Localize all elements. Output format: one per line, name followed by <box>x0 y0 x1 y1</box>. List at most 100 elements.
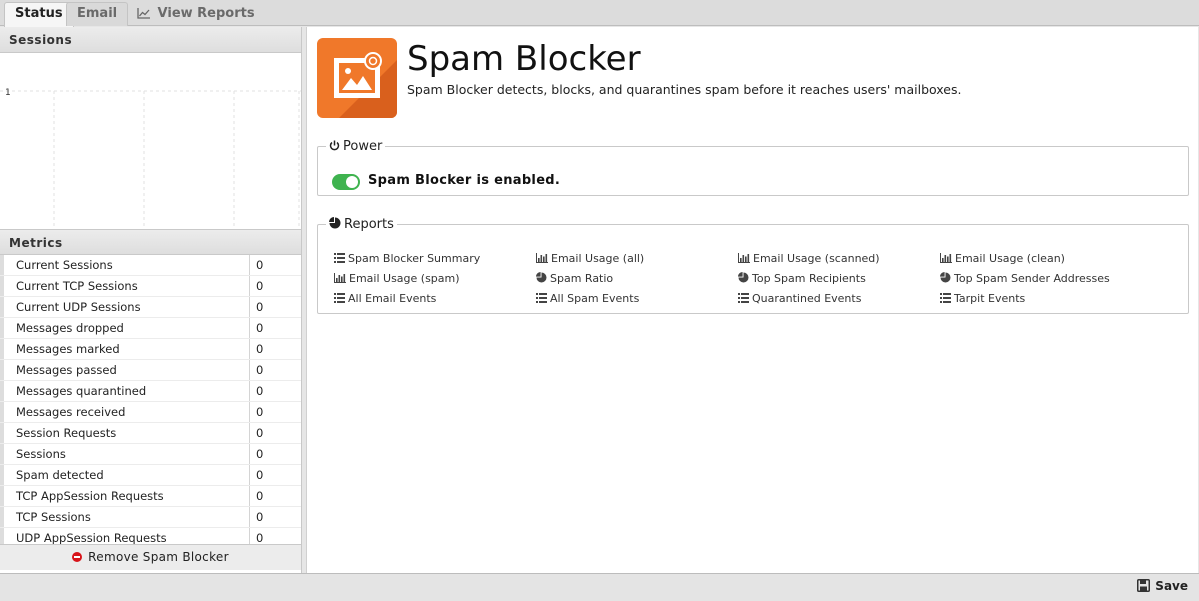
report-link[interactable]: Spam Ratio <box>536 272 613 285</box>
metric-name: Messages received <box>0 402 250 422</box>
tab-label: Status <box>15 6 63 21</box>
sessions-header: Sessions <box>0 27 301 53</box>
y-tick-label: 1 <box>5 88 11 98</box>
remove-app-button[interactable]: Remove Spam Blocker <box>0 545 301 570</box>
line-chart-icon <box>137 6 158 21</box>
metric-name: Current Sessions <box>0 255 250 275</box>
list-icon <box>738 292 752 305</box>
report-link[interactable]: Quarantined Events <box>738 292 861 305</box>
metric-name: TCP Sessions <box>0 507 250 527</box>
report-link-label: Spam Blocker Summary <box>348 252 481 265</box>
metric-row: Messages received 0 <box>0 402 301 423</box>
metric-row: Messages dropped 0 <box>0 318 301 339</box>
metric-value: 0 <box>256 531 264 545</box>
bar-chart-icon <box>536 252 551 265</box>
status-sidebar: Sessions 117:49:0017:49:1517:49:30 Metri… <box>0 27 302 573</box>
power-legend: Power <box>326 139 385 154</box>
power-icon <box>329 139 343 154</box>
report-link-label: Top Spam Recipients <box>752 272 866 285</box>
report-link[interactable]: Top Spam Sender Addresses <box>940 272 1110 285</box>
metric-row: Messages passed 0 <box>0 360 301 381</box>
metric-name: Messages passed <box>0 360 250 380</box>
metric-value: 0 <box>256 258 264 272</box>
metric-name: Messages marked <box>0 339 250 359</box>
tab-label: Email <box>77 6 118 21</box>
metric-value: 0 <box>256 489 264 503</box>
metric-value: 0 <box>256 468 264 482</box>
metric-row: Current TCP Sessions 0 <box>0 276 301 297</box>
metric-row: Messages marked 0 <box>0 339 301 360</box>
metric-name: TCP AppSession Requests <box>0 486 250 506</box>
report-link-label: Spam Ratio <box>550 272 614 285</box>
remove-icon <box>72 552 83 562</box>
save-icon <box>1137 579 1155 593</box>
metric-value: 0 <box>256 279 264 293</box>
power-legend-label: Power <box>343 139 383 154</box>
metric-value: 0 <box>256 447 264 461</box>
metric-row: TCP Sessions 0 <box>0 507 301 528</box>
report-link[interactable]: All Email Events <box>334 292 436 305</box>
sessions-chart: 117:49:0017:49:1517:49:30 <box>0 53 301 229</box>
report-link-label: Email Usage (scanned) <box>753 252 880 265</box>
metric-name: Messages dropped <box>0 318 250 338</box>
sessions-chart-svg: 117:49:0017:49:1517:49:30 <box>0 88 301 229</box>
app-description: Spam Blocker detects, blocks, and quaran… <box>407 82 962 97</box>
tab-label: View Reports <box>157 6 255 21</box>
metric-value: 0 <box>256 300 264 314</box>
metric-name: Messages quarantined <box>0 381 250 401</box>
stamp-icon <box>317 38 397 118</box>
metric-row: TCP AppSession Requests 0 <box>0 486 301 507</box>
report-link[interactable]: Email Usage (spam) <box>334 272 460 285</box>
metric-row: Sessions 0 <box>0 444 301 465</box>
metric-name: UDP AppSession Requests <box>0 528 250 544</box>
tab-email[interactable]: Email <box>66 2 129 26</box>
metric-name: Current UDP Sessions <box>0 297 250 317</box>
metric-value: 0 <box>256 510 264 524</box>
metric-name: Sessions <box>0 444 250 464</box>
pie-chart-icon <box>738 272 752 285</box>
report-link[interactable]: All Spam Events <box>536 292 639 305</box>
metrics-table[interactable]: Current Sessions 0 Current TCP Sessions 0 Cu… <box>0 255 301 545</box>
report-link[interactable]: Email Usage (clean) <box>940 252 1065 265</box>
metric-row: UDP AppSession Requests 0 <box>0 528 301 545</box>
report-link[interactable]: Email Usage (all) <box>536 252 644 265</box>
bottom-toolbar: Save <box>0 573 1199 601</box>
metric-name: Spam detected <box>0 465 250 485</box>
remove-label: Remove Spam Blocker <box>88 550 229 564</box>
report-link[interactable]: Top Spam Recipients <box>738 272 866 285</box>
pie-chart-icon <box>940 272 954 285</box>
report-link-label: All Spam Events <box>550 292 640 305</box>
report-link-label: Email Usage (all) <box>551 252 645 265</box>
metric-row: Spam detected 0 <box>0 465 301 486</box>
metric-value: 0 <box>256 363 264 377</box>
tab-view-reports[interactable]: View Reports <box>126 2 266 26</box>
metric-name: Current TCP Sessions <box>0 276 250 296</box>
power-toggle[interactable] <box>332 174 360 190</box>
reports-section: Reports Spam Blocker Summary Email Usage … <box>317 217 1189 314</box>
metric-row: Current Sessions 0 <box>0 255 301 276</box>
metric-value: 0 <box>256 342 264 356</box>
list-icon <box>334 252 348 265</box>
pie-chart-icon <box>536 272 550 285</box>
report-link-label: Email Usage (spam) <box>349 272 460 285</box>
bar-chart-icon <box>334 272 349 285</box>
save-button[interactable]: Save <box>1137 579 1188 593</box>
metric-value: 0 <box>256 405 264 419</box>
bar-chart-icon <box>940 252 955 265</box>
metric-value: 0 <box>256 426 264 440</box>
reports-legend-label: Reports <box>344 217 394 232</box>
report-link[interactable]: Email Usage (scanned) <box>738 252 880 265</box>
report-link-label: Tarpit Events <box>954 292 1026 305</box>
metric-row: Messages quarantined 0 <box>0 381 301 402</box>
tab-status[interactable]: Status <box>4 2 74 27</box>
report-link[interactable]: Tarpit Events <box>940 292 1025 305</box>
metric-name: Session Requests <box>0 423 250 443</box>
report-link-label: Email Usage (clean) <box>955 252 1065 265</box>
power-status-text: Spam Blocker is enabled. <box>368 173 561 188</box>
metric-row: Current UDP Sessions 0 <box>0 297 301 318</box>
list-icon <box>940 292 954 305</box>
report-link[interactable]: Spam Blocker Summary <box>334 252 480 265</box>
metrics-header: Metrics <box>0 229 301 255</box>
metric-row: Session Requests 0 <box>0 423 301 444</box>
bar-chart-icon <box>738 252 753 265</box>
